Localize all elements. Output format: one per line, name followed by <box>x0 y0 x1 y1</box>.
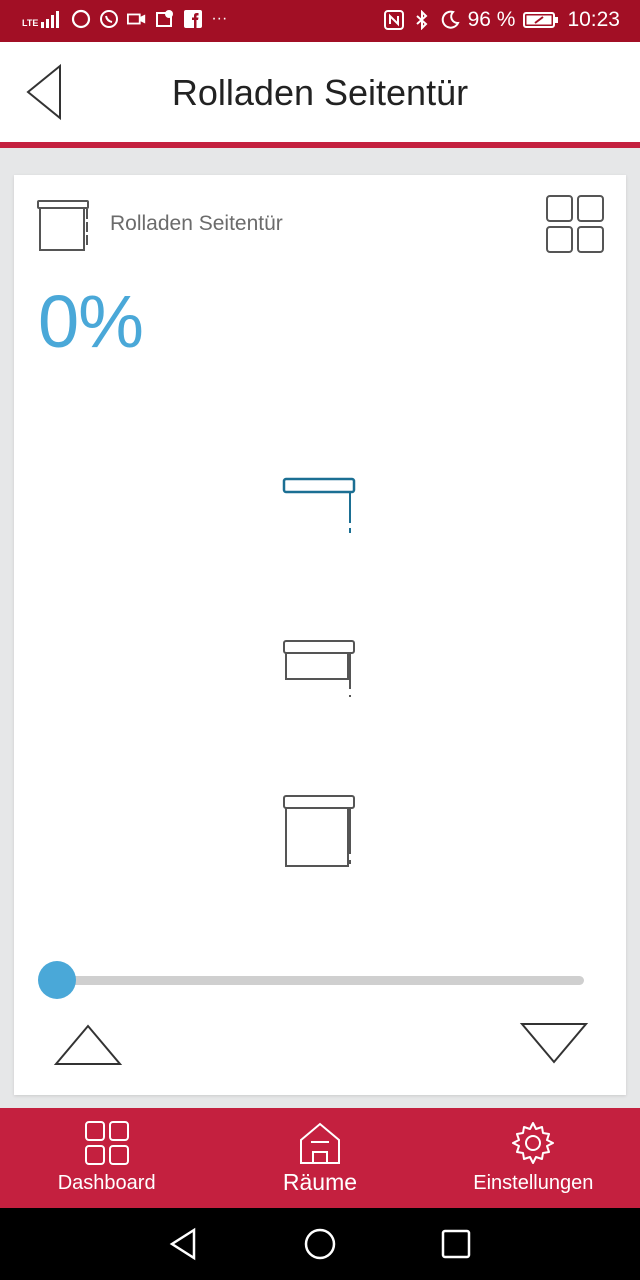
nav-einstellungen-label: Einstellungen <box>473 1172 594 1194</box>
nfc-icon <box>383 10 404 30</box>
nav-raeume-label: Räume <box>282 1169 358 1195</box>
grid-view-button[interactable] <box>544 193 608 257</box>
header-divider <box>0 142 640 148</box>
status-left-icons: LTE ··· <box>22 9 227 29</box>
system-nav-bar <box>0 1208 640 1280</box>
move-down-button[interactable] <box>518 1020 590 1068</box>
status-bar: LTE ··· 96 % 10:23 <box>0 0 640 42</box>
overflow-indicator: ··· <box>211 10 228 27</box>
lte-signal-icon: LTE <box>22 10 63 28</box>
recents-icon <box>441 1229 471 1259</box>
bluetooth-icon <box>415 10 428 30</box>
triangle-up-icon <box>53 1024 123 1065</box>
device-name: Rolladen Seitentür <box>110 212 283 235</box>
circle-notification-icon <box>72 9 91 29</box>
position-slider[interactable] <box>38 961 584 1001</box>
gear-icon <box>512 1122 555 1164</box>
system-recents-button[interactable] <box>438 1226 474 1262</box>
moon-icon <box>441 10 460 29</box>
page-title: Rolladen Seitentür <box>171 72 469 113</box>
triangle-down-icon <box>519 1023 589 1064</box>
shutter-open-icon <box>282 477 356 533</box>
shutter-half-icon <box>283 640 355 697</box>
nav-dashboard-label: Dashboard <box>57 1172 156 1194</box>
position-open-button[interactable] <box>280 475 360 539</box>
device-card: Rolladen Seitentür 0% <box>14 175 626 1095</box>
location-share-icon <box>156 10 174 27</box>
status-right-icons: 96 % 10:23 <box>383 8 620 32</box>
grid-icon <box>84 1121 129 1165</box>
whatsapp-icon <box>100 10 119 28</box>
app-header: Rolladen Seitentür <box>0 42 640 142</box>
system-back-button[interactable] <box>166 1226 202 1262</box>
slider-thumb[interactable] <box>38 961 76 999</box>
clock: 10:23 <box>567 8 620 31</box>
grid-icon <box>546 195 604 253</box>
battery-percent: 96 % <box>467 8 516 31</box>
facebook-icon <box>184 10 203 28</box>
position-half-button[interactable] <box>280 635 360 699</box>
nav-einstellungen[interactable]: Einstellungen <box>427 1108 640 1208</box>
home-icon <box>304 1228 336 1260</box>
position-closed-button[interactable] <box>280 790 360 872</box>
slider-track <box>56 976 584 985</box>
roller-shutter-icon <box>37 200 89 251</box>
house-icon <box>299 1122 340 1164</box>
move-up-button[interactable] <box>52 1020 124 1068</box>
back-icon <box>169 1227 196 1261</box>
shutter-closed-icon <box>283 795 355 867</box>
system-home-button[interactable] <box>302 1226 338 1262</box>
nav-dashboard[interactable]: Dashboard <box>0 1108 213 1208</box>
position-percent: 0% <box>38 280 144 363</box>
battery-icon <box>523 12 559 28</box>
bottom-nav: Dashboard Räume Einstellungen <box>0 1108 640 1208</box>
video-icon <box>127 13 146 25</box>
nav-raeume[interactable]: Räume <box>213 1108 426 1208</box>
